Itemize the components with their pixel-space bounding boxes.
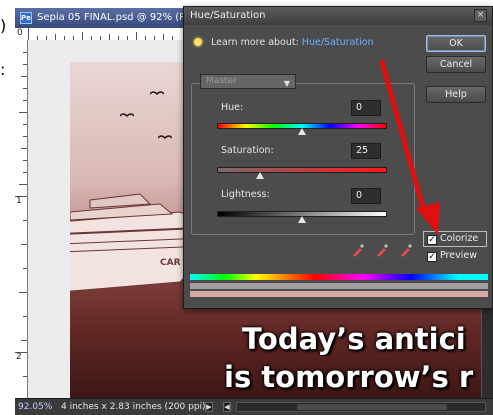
learn-more: Learn more about: Hue/Saturation <box>194 37 374 48</box>
ruler-label: 1 <box>16 196 22 206</box>
dialog-title: Hue/Saturation <box>190 10 266 21</box>
color-spectrum-bar <box>190 274 488 280</box>
colorized-result-bar <box>190 291 488 297</box>
hue-label: Hue: <box>221 102 244 113</box>
edge-glyph: ) <box>0 16 7 35</box>
learn-more-label: Learn more about: <box>211 37 299 48</box>
ship-text: CAR <box>160 258 181 268</box>
hue-saturation-dialog: Hue/Saturation × Learn more about: Hue/S… <box>183 6 493 309</box>
status-bar: 92.05% 4 inches x 2.83 inches (200 ppi) … <box>15 398 493 415</box>
scroll-thumb[interactable] <box>297 404 447 410</box>
close-icon[interactable]: × <box>474 9 487 22</box>
eyedropper-minus-icon[interactable] <box>399 243 413 257</box>
chevron-down-icon: ▼ <box>283 79 290 88</box>
photoshop-elements-icon: Pe <box>20 12 32 24</box>
saturation-slider-track[interactable] <box>217 167 387 173</box>
status-menu-arrow-icon[interactable]: ▶ <box>205 402 213 412</box>
lightness-input[interactable]: 0 <box>351 188 381 204</box>
channel-value: Master <box>206 76 237 86</box>
hue-slider-thumb[interactable] <box>298 128 306 135</box>
cancel-button[interactable]: Cancel <box>426 56 486 73</box>
saturation-label: Saturation: <box>221 145 274 156</box>
ruler-left: 1 2 <box>15 40 28 398</box>
colorize-label[interactable]: Colorize <box>440 233 478 244</box>
saturation-slider-thumb[interactable] <box>255 172 264 179</box>
caption-line-1: Today’s antici <box>242 322 466 356</box>
preview-label[interactable]: Preview <box>440 250 477 261</box>
learn-more-link[interactable]: Hue/Saturation <box>302 37 374 48</box>
vertical-scrollbar[interactable] <box>481 298 493 398</box>
ruler-label: 0 <box>17 28 23 38</box>
document-info: 4 inches x 2.83 inches (200 ppi) <box>61 402 206 412</box>
bird <box>120 113 134 118</box>
bird <box>150 91 164 96</box>
lightness-slider-thumb[interactable] <box>298 216 306 223</box>
lightbulb-icon <box>194 38 202 46</box>
help-button[interactable]: Help <box>426 86 486 103</box>
lightness-label: Lightness: <box>221 189 270 200</box>
ruler-label: 2 <box>16 352 22 362</box>
edge-glyph: : <box>0 60 6 79</box>
ok-button[interactable]: OK <box>426 35 486 52</box>
channel-select[interactable]: Master ▼ <box>200 74 296 89</box>
zoom-level[interactable]: 92.05% <box>18 399 52 415</box>
gray-bar <box>190 283 488 289</box>
horizontal-scrollbar[interactable] <box>236 402 486 412</box>
eyedropper-plus-icon[interactable] <box>375 243 389 257</box>
colorize-checkbox[interactable]: ✓ <box>427 235 437 245</box>
caption-line-2: is tomorrow’s r <box>224 360 474 394</box>
saturation-input[interactable]: 25 <box>351 143 381 159</box>
document-titlebar[interactable]: Pe Sepia 05 FINAL.psd @ 92% (RGB/8) <box>15 8 183 28</box>
preview-checkbox[interactable]: ✓ <box>427 252 437 262</box>
scroll-left-icon[interactable]: ◀ <box>223 402 231 412</box>
dialog-titlebar[interactable]: Hue/Saturation × <box>184 7 492 25</box>
hue-input[interactable]: 0 <box>351 100 381 116</box>
document-title: Sepia 05 FINAL.psd @ 92% (RGB/8) <box>37 12 183 23</box>
eyedropper-icon[interactable] <box>351 243 365 257</box>
bird <box>158 135 172 140</box>
